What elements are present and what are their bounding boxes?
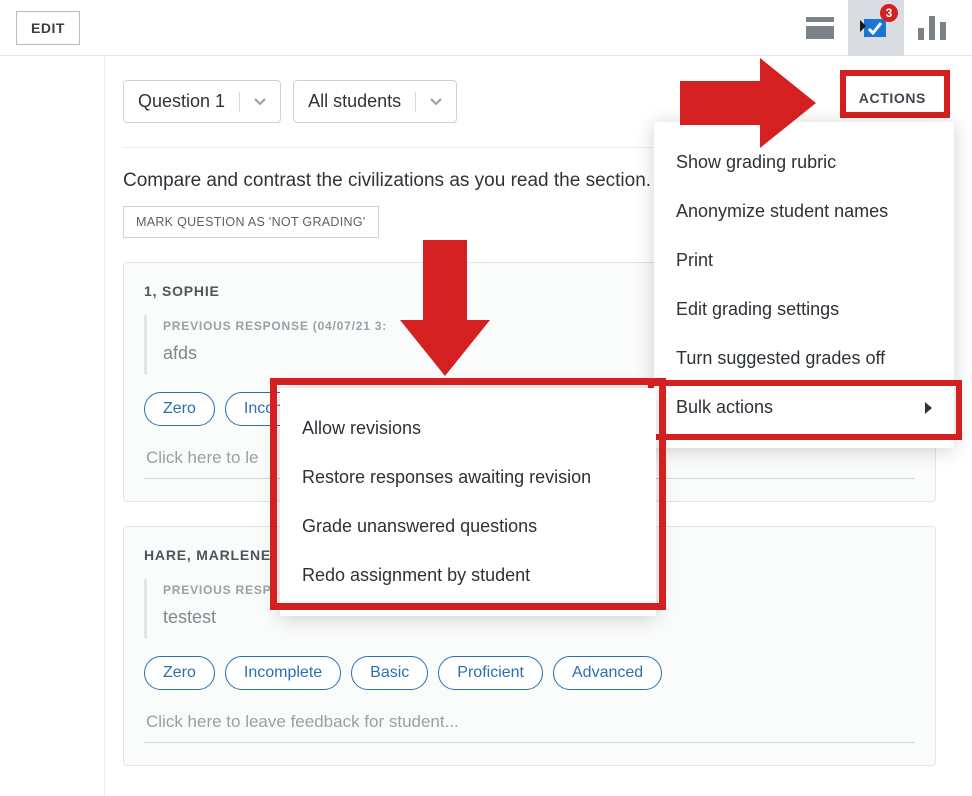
grade-chip-incomplete[interactable]: Incomplete: [225, 656, 341, 690]
grade-chip-basic[interactable]: Basic: [351, 656, 428, 690]
menu-item-label: Edit grading settings: [676, 299, 839, 320]
notification-badge: 3: [880, 4, 898, 22]
grade-chip-zero[interactable]: Zero: [144, 656, 215, 690]
menu-item-label: Turn suggested grades off: [676, 348, 885, 369]
actions-menu: Show grading rubric Anonymize student na…: [654, 122, 954, 448]
grade-chip-advanced[interactable]: Advanced: [553, 656, 662, 690]
actions-button[interactable]: ACTIONS: [845, 80, 940, 116]
submenu-grade-unanswered[interactable]: Grade unanswered questions: [280, 502, 656, 551]
menu-item-label: Anonymize student names: [676, 201, 888, 222]
card-icon[interactable]: [792, 0, 848, 56]
grade-chip-proficient[interactable]: Proficient: [438, 656, 543, 690]
submenu-allow-revisions[interactable]: Allow revisions: [280, 404, 656, 453]
mark-not-grading-button[interactable]: MARK QUESTION AS 'NOT GRADING': [123, 206, 379, 238]
menu-bulk-actions[interactable]: Bulk actions: [654, 383, 954, 432]
submenu-restore[interactable]: Restore responses awaiting revision: [280, 453, 656, 502]
question-dropdown-label: Question 1: [138, 91, 225, 112]
menu-suggested-off[interactable]: Turn suggested grades off: [654, 334, 954, 383]
question-dropdown[interactable]: Question 1: [123, 80, 281, 123]
menu-item-label: Restore responses awaiting revision: [302, 467, 591, 488]
dropdown-divider: [239, 92, 240, 112]
menu-item-label: Print: [676, 250, 713, 271]
menu-item-label: Redo assignment by student: [302, 565, 530, 586]
menu-item-label: Grade unanswered questions: [302, 516, 537, 537]
menu-anonymize[interactable]: Anonymize student names: [654, 187, 954, 236]
topbar: EDIT 3: [0, 0, 972, 56]
dropdown-divider: [415, 92, 416, 112]
chevron-down-icon: [254, 98, 266, 106]
edit-button[interactable]: EDIT: [16, 11, 80, 45]
menu-show-rubric[interactable]: Show grading rubric: [654, 138, 954, 187]
grading-check-icon[interactable]: 3: [848, 0, 904, 56]
grade-row: Zero Incomplete Basic Proficient Advance…: [144, 656, 915, 690]
submenu-redo[interactable]: Redo assignment by student: [280, 551, 656, 600]
menu-item-label: Allow revisions: [302, 418, 421, 439]
menu-print[interactable]: Print: [654, 236, 954, 285]
stats-icon[interactable]: [904, 0, 960, 56]
top-icons: 3: [792, 0, 960, 56]
menu-edit-settings[interactable]: Edit grading settings: [654, 285, 954, 334]
menu-item-label: Show grading rubric: [676, 152, 836, 173]
audience-dropdown[interactable]: All students: [293, 80, 457, 123]
grade-chip-zero[interactable]: Zero: [144, 392, 215, 426]
chevron-right-icon: [925, 402, 932, 414]
chevron-down-icon: [430, 98, 442, 106]
filter-row: Question 1 All students: [123, 80, 936, 123]
audience-dropdown-label: All students: [308, 91, 401, 112]
bulk-actions-submenu: Allow revisions Restore responses awaiti…: [280, 388, 656, 616]
menu-item-label: Bulk actions: [676, 397, 773, 418]
feedback-input[interactable]: Click here to leave feedback for student…: [144, 704, 915, 743]
